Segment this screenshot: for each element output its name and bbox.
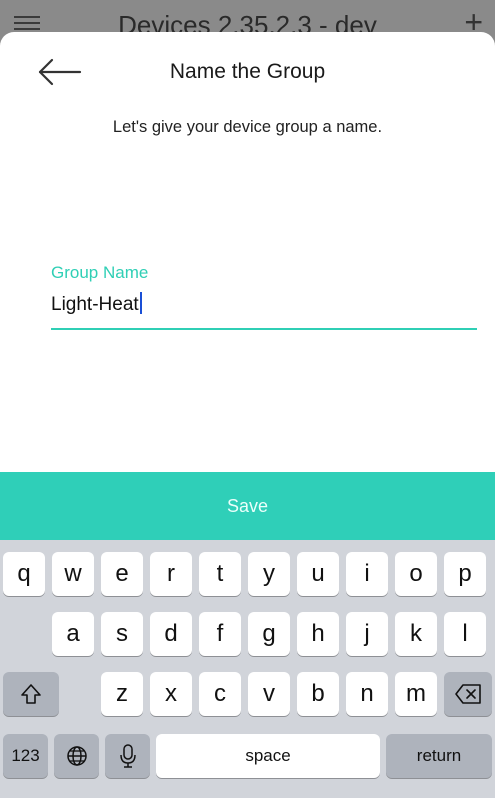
key-r[interactable]: r [150, 552, 192, 596]
key-e[interactable]: e [101, 552, 143, 596]
key-c[interactable]: c [199, 672, 241, 716]
on-screen-keyboard: q w e r t y u i o p a s d f g h j k l z … [0, 540, 495, 798]
key-y[interactable]: y [248, 552, 290, 596]
key-n[interactable]: n [346, 672, 388, 716]
key-p[interactable]: p [444, 552, 486, 596]
globe-icon [66, 746, 87, 766]
dictation-key[interactable] [105, 734, 150, 778]
save-button[interactable]: Save [0, 472, 495, 540]
backspace-icon [455, 684, 481, 704]
key-z[interactable]: z [101, 672, 143, 716]
key-g[interactable]: g [248, 612, 290, 656]
key-k[interactable]: k [395, 612, 437, 656]
group-name-field[interactable] [51, 290, 477, 330]
key-x[interactable]: x [150, 672, 192, 716]
key-a[interactable]: a [52, 612, 94, 656]
delete-key[interactable] [444, 672, 492, 716]
microphone-icon [119, 744, 136, 768]
shift-key[interactable] [3, 672, 59, 716]
shift-icon [21, 684, 41, 704]
key-q[interactable]: q [3, 552, 45, 596]
page-title: Name the Group [169, 60, 326, 83]
key-v[interactable]: v [248, 672, 290, 716]
key-h[interactable]: h [297, 612, 339, 656]
key-m[interactable]: m [395, 672, 437, 716]
key-b[interactable]: b [297, 672, 339, 716]
numbers-key[interactable]: 123 [3, 734, 48, 778]
globe-key[interactable] [54, 734, 99, 778]
key-o[interactable]: o [395, 552, 437, 596]
key-i[interactable]: i [346, 552, 388, 596]
key-t[interactable]: t [199, 552, 241, 596]
key-d[interactable]: d [150, 612, 192, 656]
key-s[interactable]: s [101, 612, 143, 656]
page-subtitle: Let's give your device group a name. [112, 118, 383, 136]
space-key[interactable]: space [156, 734, 380, 778]
return-key[interactable]: return [386, 734, 492, 778]
key-u[interactable]: u [297, 552, 339, 596]
key-f[interactable]: f [199, 612, 241, 656]
key-j[interactable]: j [346, 612, 388, 656]
key-l[interactable]: l [444, 612, 486, 656]
group-name-label: Group Name [51, 263, 149, 282]
key-w[interactable]: w [52, 552, 94, 596]
